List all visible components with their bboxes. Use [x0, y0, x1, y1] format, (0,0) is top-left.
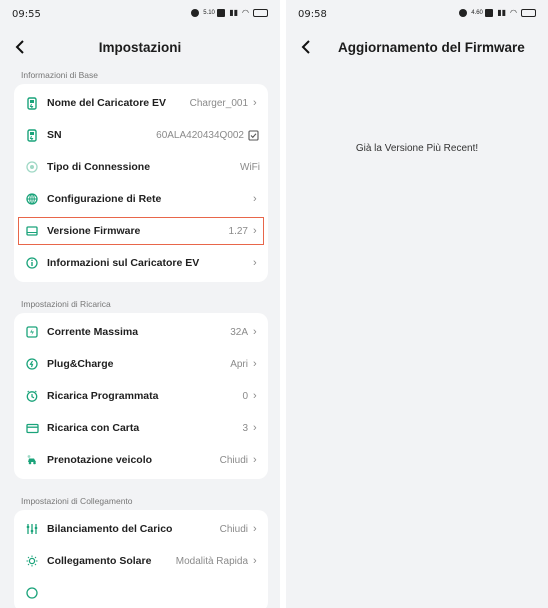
settings-row-ricarica-con-carta[interactable]: Ricarica con Carta 3 ›	[14, 412, 268, 444]
settings-list: Informazioni di Base Nome del Caricatore …	[0, 66, 280, 608]
clock-icon	[25, 389, 39, 403]
alarm-icon	[459, 8, 468, 17]
settings-row-prenotazione-veicolo[interactable]: Prenotazione veicolo Chiudi ›	[14, 444, 268, 476]
row-value: Apri	[230, 358, 248, 370]
row-label: Plug&Charge	[47, 358, 114, 370]
settings-row-plug-charge[interactable]: Plug&Charge Apri ›	[14, 348, 268, 380]
partial-icon	[25, 586, 39, 600]
row-label: Ricarica Programmata	[47, 390, 159, 402]
row-value: 1.27	[228, 225, 248, 237]
row-label: Collegamento Solare	[47, 555, 152, 567]
firmware-screen: 09:58 4.60 ▮▮ ◠ Aggiornamento del Firmwa…	[286, 0, 548, 608]
back-button[interactable]	[296, 37, 316, 57]
chevron-right-icon: ›	[253, 555, 257, 567]
chevron-right-icon: ›	[253, 358, 257, 370]
wifi-icon: ◠	[510, 8, 517, 17]
status-icons: 5.10 ▮▮ ◠	[191, 8, 268, 17]
signal-icon: ▮▮	[229, 8, 239, 17]
chevron-right-icon: ›	[253, 454, 257, 466]
row-label: Versione Firmware	[47, 225, 141, 237]
settings-row-configurazione-di-rete[interactable]: Configurazione di Rete ›	[14, 183, 268, 215]
row-label: Corrente Massima	[47, 326, 139, 338]
solar-icon	[25, 554, 39, 568]
row-label: Informazioni sul Caricatore EV	[47, 257, 200, 269]
network-speed: 5.10	[203, 9, 215, 16]
wifi-icon: ◠	[242, 8, 249, 17]
row-value: WiFi	[240, 161, 260, 173]
charger-icon	[25, 128, 39, 142]
section-label: Informazioni di Base	[21, 70, 99, 80]
settings-row-informazioni-sul-caricatore-ev[interactable]: Informazioni sul Caricatore EV ›	[14, 247, 268, 279]
battery-icon	[521, 8, 536, 17]
status-bar: 09:58 4.60 ▮▮ ◠	[286, 0, 548, 30]
section-label: Impostazioni di Collegamento	[21, 496, 133, 506]
row-value: 3	[242, 422, 248, 434]
row-value: 32A	[230, 326, 248, 338]
copy-icon[interactable]	[246, 128, 260, 142]
chevron-right-icon: ›	[253, 422, 257, 434]
settings-row-bilanciamento-del-carico[interactable]: Bilanciamento del Carico Chiudi ›	[14, 513, 268, 545]
row-label: SN	[47, 129, 62, 141]
chevron-right-icon: ›	[253, 225, 257, 237]
firmware-icon	[25, 224, 39, 238]
plug-icon	[25, 357, 39, 371]
balance-icon	[25, 522, 39, 536]
chevron-right-icon: ›	[253, 390, 257, 402]
row-value: 0	[242, 390, 248, 402]
settings-row-collegamento-solare[interactable]: Collegamento Solare Modalità Rapida ›	[14, 545, 268, 577]
settings-row-partial-row	[14, 577, 268, 608]
network-icon	[25, 192, 39, 206]
network-speed: 4.60	[471, 9, 483, 16]
row-label: Configurazione di Rete	[47, 193, 162, 205]
settings-row-nome-del-caricatore-ev[interactable]: Nome del Caricatore EV Charger_001 ›	[14, 87, 268, 119]
page-title: Impostazioni	[98, 40, 182, 55]
settings-row-tipo-di-connessione: Tipo di Connessione WiFi	[14, 151, 268, 183]
settings-card: Bilanciamento del Carico Chiudi › Collegame…	[14, 510, 268, 608]
settings-row-corrente-massima[interactable]: Corrente Massima 32A ›	[14, 316, 268, 348]
section-label: Impostazioni di Ricarica	[21, 299, 111, 309]
chevron-right-icon: ›	[253, 193, 257, 205]
chevron-right-icon: ›	[253, 326, 257, 338]
alarm-icon	[191, 8, 200, 17]
settings-row-sn: SN 60ALA420434Q002	[14, 119, 268, 151]
nfc-icon	[217, 8, 226, 17]
row-label: Nome del Caricatore EV	[47, 97, 167, 109]
chevron-right-icon: ›	[253, 523, 257, 535]
status-time: 09:58	[298, 9, 327, 20]
current-icon	[25, 325, 39, 339]
navbar: Aggiornamento del Firmware	[286, 30, 548, 66]
settings-row-ricarica-programmata[interactable]: Ricarica Programmata 0 ›	[14, 380, 268, 412]
row-value: 60ALA420434Q002	[156, 129, 244, 141]
settings-card: Corrente Massima 32A › Plug&Charge Apri › Rica…	[14, 313, 268, 479]
row-label: Ricarica con Carta	[47, 422, 140, 434]
charger-icon	[25, 96, 39, 110]
signal-icon: ▮▮	[497, 8, 507, 17]
settings-card: Nome del Caricatore EV Charger_001 › SN 60AL…	[14, 84, 268, 282]
navbar: Impostazioni	[0, 30, 280, 66]
row-value: Chiudi	[219, 523, 248, 535]
status-icons: 4.60 ▮▮ ◠	[459, 8, 536, 17]
chevron-right-icon: ›	[253, 257, 257, 269]
card-icon	[25, 421, 39, 435]
chevron-left-icon	[301, 40, 310, 54]
car-icon	[25, 453, 39, 467]
row-value: Chiudi	[219, 454, 248, 466]
status-bar: 09:55 5.10 ▮▮ ◠	[0, 0, 280, 30]
row-label: Bilanciamento del Carico	[47, 523, 173, 535]
chevron-right-icon: ›	[253, 97, 257, 109]
settings-row-versione-firmware[interactable]: Versione Firmware 1.27 ›	[16, 215, 266, 247]
row-label: Prenotazione veicolo	[47, 454, 153, 466]
settings-screen: 09:55 5.10 ▮▮ ◠ Impostazioni Informazion…	[0, 0, 280, 608]
info-icon	[25, 256, 39, 270]
connection-icon	[25, 160, 39, 174]
status-time: 09:55	[12, 9, 41, 20]
row-value: Modalità Rapida	[175, 555, 248, 567]
page-title: Aggiornamento del Firmware	[338, 40, 525, 55]
battery-icon	[253, 8, 268, 17]
row-label: Tipo di Connessione	[47, 161, 151, 173]
nfc-icon	[485, 8, 494, 17]
row-value: Charger_001	[189, 97, 248, 109]
firmware-status-message: Già la Versione Più Recent!	[355, 143, 479, 154]
